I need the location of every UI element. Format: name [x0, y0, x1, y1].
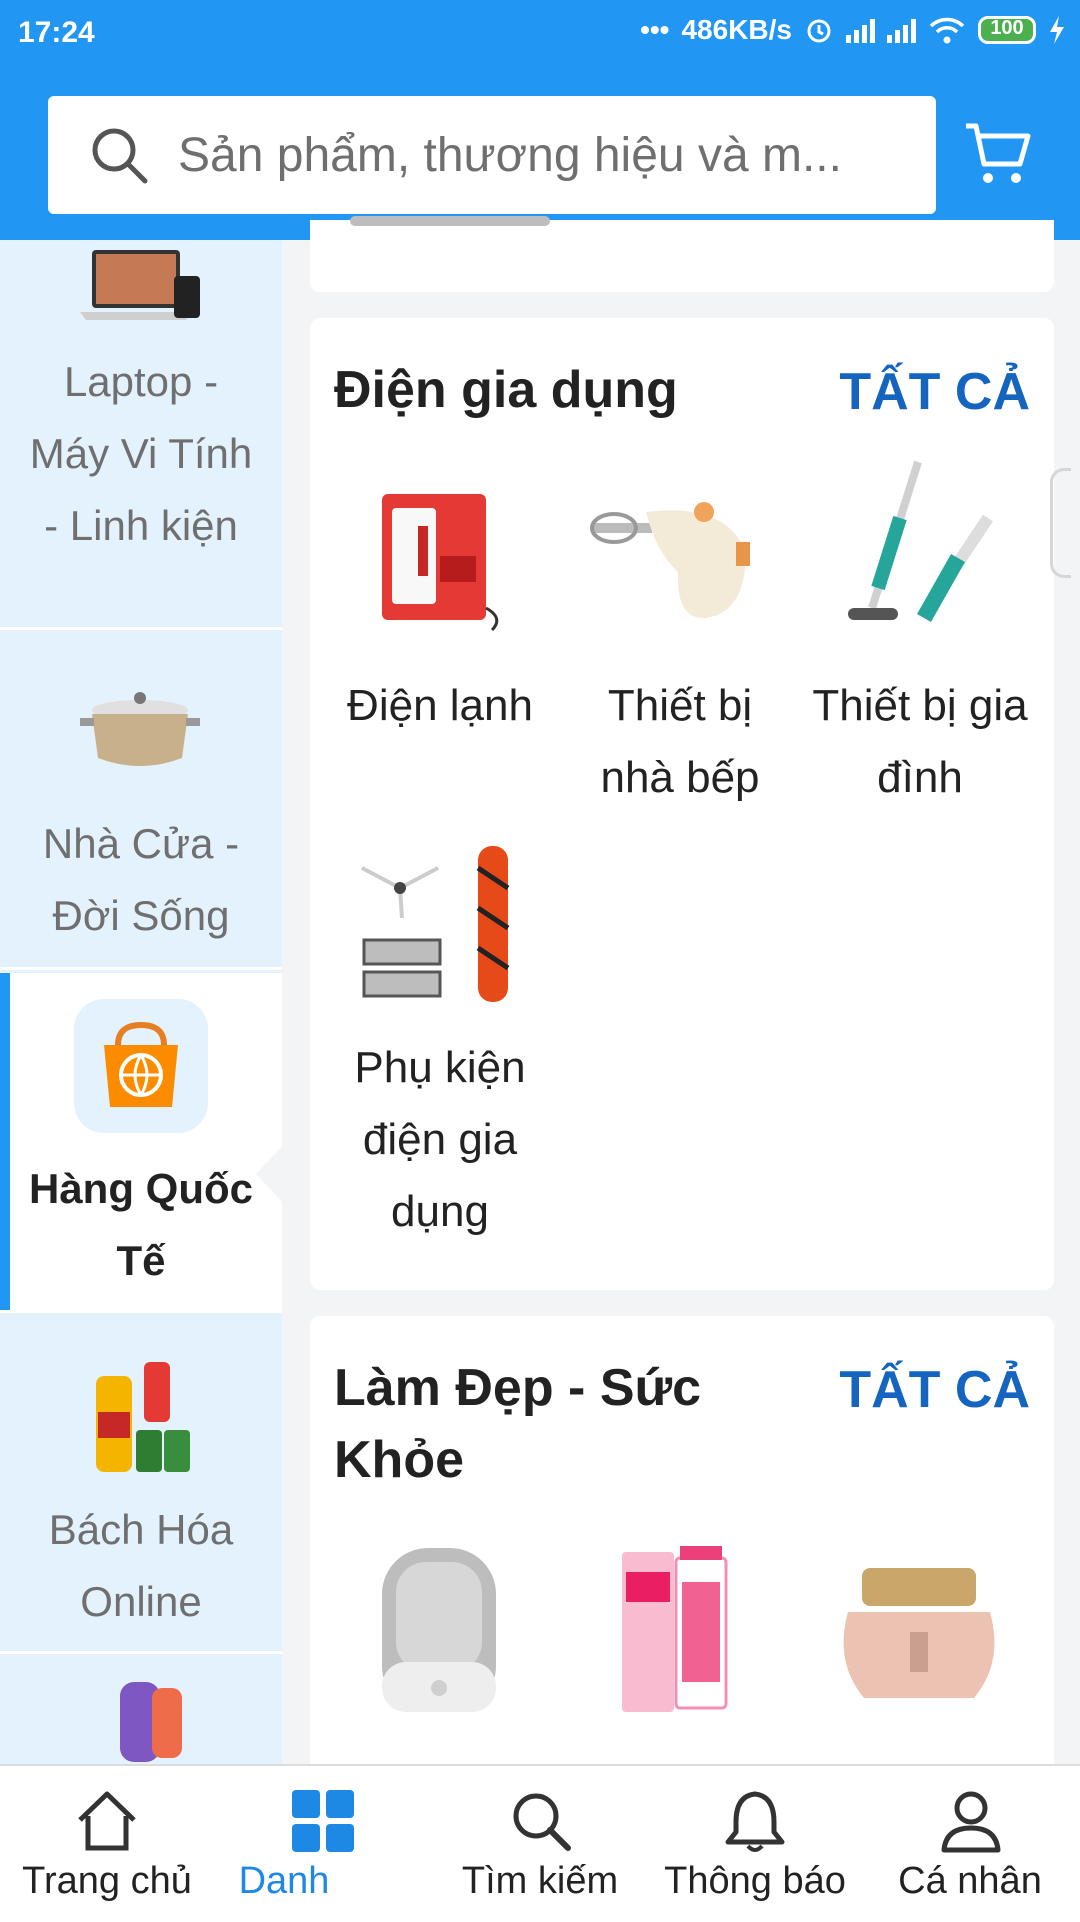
category-label: Laptop - Máy Vi Tính - Linh kiện [29, 358, 253, 549]
hand-mixer-image [590, 502, 750, 619]
battery-level: 100 [990, 17, 1024, 39]
subcategory-tile-cleanser[interactable] [330, 1542, 550, 1742]
see-all-link[interactable]: TẤT CẢ [839, 362, 1030, 422]
cream-tubes-image [622, 1546, 728, 1712]
alarm-icon [807, 19, 831, 43]
grocery-icon [96, 1362, 190, 1472]
category-label: Bách Hóa Online [48, 1506, 234, 1625]
status-bar: 17:24 ••• 486KB/s 100 [0, 0, 1080, 72]
nav-label: Tìm kiếm [461, 1860, 619, 1902]
nav-search[interactable]: Tìm kiếm [440, 1766, 640, 1922]
subcategory-tile-jar[interactable] [810, 1542, 1030, 1742]
app-header: 17:24 ••• 486KB/s 100 Sản phẩm, thương h… [0, 0, 1080, 240]
clipped-text [350, 216, 550, 226]
battery-icon: 100 [978, 16, 1036, 44]
active-indicator [0, 973, 10, 1310]
subcategory-label: Thiết bị nhà bếp [600, 681, 760, 802]
subcategory-tile-kitchen[interactable]: Thiết bị nhà bếp [570, 458, 790, 818]
category-label: Nhà Cửa - Đời Sống [42, 820, 240, 939]
charging-icon [1050, 16, 1064, 44]
category-item-home[interactable]: Nhà Cửa - Đời Sống [0, 630, 282, 970]
nav-label: Danh [238, 1860, 330, 1902]
category-label: Hàng Quốc Tế [28, 1165, 253, 1284]
signal-icon-2 [887, 17, 916, 43]
cream-jar-image [843, 1568, 995, 1698]
section-card-appliances: Điện gia dụng TẤT CẢ Điện lạnh Thiết bị … [310, 318, 1054, 1290]
cookware-icon [80, 692, 200, 766]
section-title: Điện gia dụng [334, 361, 678, 419]
scroll-indicator[interactable] [1050, 468, 1071, 578]
section-title: Làm Đẹp - Sức Khỏe [334, 1359, 702, 1489]
category-item-international[interactable]: Hàng Quốc Tế [0, 973, 282, 1313]
nav-profile[interactable]: Cá nhân [870, 1766, 1070, 1922]
subcategory-label: Phụ kiện điện gia dụng [354, 1043, 526, 1236]
nav-notifications[interactable]: Thông báo [650, 1766, 860, 1922]
active-pointer [256, 1144, 284, 1204]
subcategory-tile-fridge[interactable]: Điện lạnh [330, 458, 550, 818]
search-placeholder: Sản phẩm, thương hiệu và m... [178, 128, 842, 182]
bell-icon [725, 1791, 785, 1852]
status-time: 17:24 [18, 16, 95, 49]
subcategory-label: Thiết bị gia đình [812, 681, 1028, 802]
previous-section-card [310, 216, 1054, 292]
search-icon [513, 1793, 571, 1851]
cart-icon[interactable] [962, 118, 1034, 190]
subcategory-label: Điện lạnh [347, 681, 533, 730]
home-icon [78, 1791, 136, 1851]
search-input[interactable]: Sản phẩm, thương hiệu và m... [48, 96, 936, 214]
search-icon [92, 128, 148, 184]
network-speed: 486KB/s [681, 14, 792, 45]
network-dots: ••• [640, 14, 670, 45]
subcategory-tile-cream[interactable] [570, 1542, 790, 1742]
speaker-icon [120, 1682, 182, 1762]
subcategory-tile-accessories[interactable]: Phụ kiện điện gia dụng [330, 838, 550, 1278]
vacuum-accessories-image [361, 846, 510, 1002]
global-shopping-bag-icon [74, 999, 208, 1133]
nav-label: Trang chủ [22, 1860, 192, 1902]
signal-icon [846, 17, 875, 43]
bottom-navigation: Trang chủ Danh Tìm kiếm Thông báo Cá nhâ… [0, 1764, 1080, 1922]
category-item-next[interactable] [0, 1658, 282, 1764]
category-item-grocery[interactable]: Bách Hóa Online [0, 1316, 282, 1654]
mini-fridge-image [382, 494, 499, 632]
nav-label: Cá nhân [898, 1860, 1042, 1902]
wifi-icon [929, 17, 965, 44]
laptop-icon [80, 250, 200, 320]
subcategory-tile-household[interactable]: Thiết bị gia đình [810, 458, 1030, 818]
section-card-beauty: Làm Đẹp - Sức Khỏe TẤT CẢ [310, 1316, 1054, 1816]
status-indicators: ••• 486KB/s 100 [640, 14, 1066, 46]
nav-categories[interactable]: Danh [214, 1766, 354, 1922]
vacuum-cleaner-image [848, 460, 993, 622]
nav-home[interactable]: Trang chủ [0, 1766, 214, 1922]
category-item-laptop[interactable]: Laptop - Máy Vi Tính - Linh kiện [0, 240, 282, 630]
see-all-link[interactable]: TẤT CẢ [839, 1360, 1030, 1420]
user-icon [941, 1791, 1001, 1853]
grid-icon [292, 1790, 354, 1852]
face-cleanser-image [382, 1548, 496, 1712]
category-sidebar[interactable]: Laptop - Máy Vi Tính - Linh kiện Nhà Cửa… [0, 240, 282, 1764]
nav-label: Thông báo [664, 1860, 846, 1902]
